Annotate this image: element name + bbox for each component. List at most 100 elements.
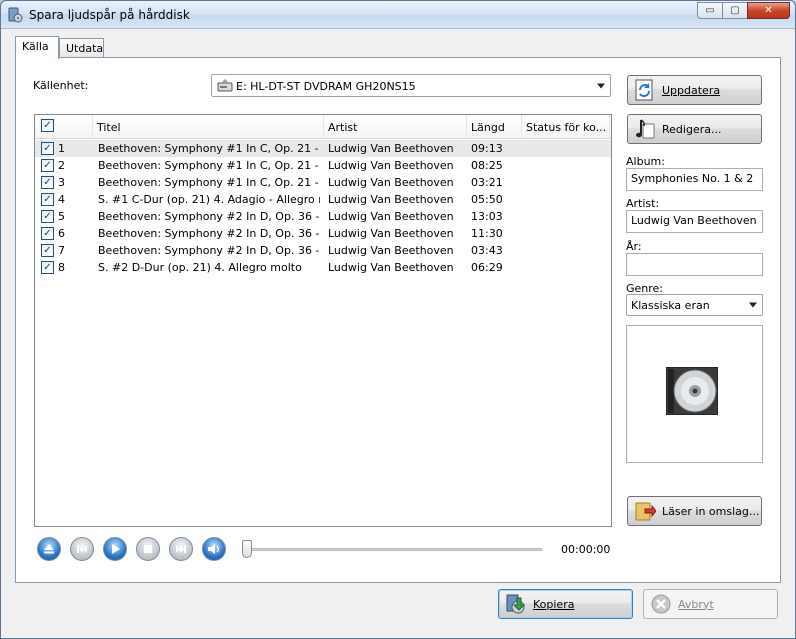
- track-title: Beethoven: Symphony #2 In D, Op. 36 - 2.…: [98, 227, 320, 240]
- eject-icon: [44, 544, 54, 554]
- table-row[interactable]: ✓ 1 Beethoven: Symphony #1 In C, Op. 21 - …: [35, 140, 611, 157]
- table-row[interactable]: ✓ 8 S. #2 D-Dur (op. 21) 4. Allegro molto L…: [35, 259, 611, 276]
- genre-select[interactable]: Klassiska eran: [626, 294, 763, 316]
- chevron-down-icon: [597, 83, 605, 88]
- table-row[interactable]: ✓ 7 Beethoven: Symphony #2 In D, Op. 36 - …: [35, 242, 611, 259]
- track-title: Beethoven: Symphony #2 In D, Op. 36 - 1.…: [98, 210, 320, 223]
- column-header-artist[interactable]: Artist: [324, 115, 467, 139]
- table-row[interactable]: ✓ 2 Beethoven: Symphony #1 In C, Op. 21 - …: [35, 157, 611, 174]
- track-number: 1: [58, 142, 65, 155]
- track-checkbox[interactable]: ✓: [41, 227, 54, 240]
- cancel-button[interactable]: Avbryt: [643, 589, 778, 619]
- album-field[interactable]: Symphonies No. 1 & 2: [626, 168, 763, 191]
- track-title: S. #2 D-Dur (op. 21) 4. Allegro molto: [98, 261, 302, 274]
- window-title: Spara ljudspår på hårddisk: [29, 8, 190, 22]
- track-length: 06:29: [471, 261, 503, 274]
- speaker-icon: [208, 544, 220, 554]
- source-device-select[interactable]: E: HL-DT-ST DVDRAM GH20NS15: [211, 74, 611, 97]
- track-checkbox[interactable]: ✓: [41, 261, 54, 274]
- track-checkbox[interactable]: ✓: [41, 210, 54, 223]
- table-row[interactable]: ✓ 3 Beethoven: Symphony #1 In C, Op. 21 - …: [35, 174, 611, 191]
- year-field[interactable]: [626, 253, 763, 276]
- play-icon: [112, 544, 120, 554]
- title-bar[interactable]: Spara ljudspår på hårddisk ▭ ▢ ✕: [1, 1, 795, 29]
- volume-button[interactable]: [202, 537, 226, 561]
- track-length: 11:30: [471, 227, 503, 240]
- track-title: Beethoven: Symphony #1 In C, Op. 21 - 3.…: [98, 176, 320, 189]
- stop-icon: [144, 545, 152, 553]
- folder-arrow-icon: [635, 502, 656, 521]
- seek-slider-thumb[interactable]: [242, 540, 252, 558]
- artist-field[interactable]: Ludwig Van Beethoven: [626, 210, 763, 233]
- skip-back-icon: [77, 545, 87, 553]
- load-cover-button[interactable]: Läser in omslag...: [627, 496, 762, 526]
- minimize-button[interactable]: ▭: [697, 2, 723, 19]
- tab-kalla[interactable]: Källa: [15, 36, 59, 59]
- cd-icon: [666, 367, 718, 415]
- genre-value: Klassiska eran: [631, 299, 710, 312]
- track-title: Beethoven: Symphony #1 In C, Op. 21 - 1.…: [98, 142, 320, 155]
- copy-label: Kopiera: [533, 597, 575, 611]
- track-length: 03:43: [471, 244, 503, 257]
- column-header-status[interactable]: Status för ko...: [522, 115, 610, 139]
- close-button[interactable]: ✕: [747, 2, 790, 19]
- table-row[interactable]: ✓ 5 Beethoven: Symphony #2 In D, Op. 36 - …: [35, 208, 611, 225]
- track-number: 2: [58, 159, 65, 172]
- edit-button[interactable]: Redigera...: [627, 114, 762, 144]
- track-number: 3: [58, 176, 65, 189]
- column-header-length[interactable]: Längd: [467, 115, 522, 139]
- refresh-icon: [635, 79, 653, 101]
- table-row[interactable]: ✓ 6 Beethoven: Symphony #2 In D, Op. 36 - …: [35, 225, 611, 242]
- seek-slider-track[interactable]: [246, 548, 542, 551]
- column-header-check[interactable]: ✓: [35, 115, 93, 139]
- track-artist: Ludwig Van Beethoven: [328, 159, 454, 172]
- track-artist: Ludwig Van Beethoven: [328, 176, 454, 189]
- tab-utdata[interactable]: Utdata: [59, 38, 104, 59]
- track-length: 09:13: [471, 142, 503, 155]
- column-header-title[interactable]: Titel: [93, 115, 324, 139]
- source-device-value: E: HL-DT-ST DVDRAM GH20NS15: [236, 80, 416, 93]
- track-list[interactable]: ✓ Titel Artist Längd Status för ko... ✓ 1…: [34, 114, 612, 527]
- track-number: 4: [58, 193, 65, 206]
- track-title: Beethoven: Symphony #2 In D, Op. 36 - 3.…: [98, 244, 320, 257]
- album-label: Album:: [626, 155, 665, 168]
- stop-button[interactable]: [136, 537, 160, 561]
- track-number: 5: [58, 210, 65, 223]
- track-checkbox[interactable]: ✓: [41, 159, 54, 172]
- select-all-checkbox[interactable]: ✓: [41, 119, 54, 132]
- track-artist: Ludwig Van Beethoven: [328, 142, 454, 155]
- track-title: Beethoven: Symphony #1 In C, Op. 21 - 2.…: [98, 159, 320, 172]
- maximize-button[interactable]: ▢: [722, 2, 748, 19]
- track-number: 6: [58, 227, 65, 240]
- app-icon: [8, 7, 23, 23]
- skip-forward-icon: [176, 545, 186, 553]
- year-label: År:: [626, 240, 642, 253]
- refresh-button[interactable]: Uppdatera: [627, 75, 762, 105]
- track-list-header: ✓ Titel Artist Längd Status för ko...: [35, 115, 611, 139]
- edit-label: Redigera...: [662, 122, 722, 136]
- track-checkbox[interactable]: ✓: [41, 142, 54, 155]
- table-row[interactable]: ✓ 4 S. #1 C-Dur (op. 21) 4. Adagio - Alleg…: [35, 191, 611, 208]
- refresh-label: Uppdatera: [662, 83, 721, 97]
- track-checkbox[interactable]: ✓: [41, 244, 54, 257]
- next-button[interactable]: [169, 537, 193, 561]
- track-checkbox[interactable]: ✓: [41, 176, 54, 189]
- track-number: 7: [58, 244, 65, 257]
- track-title: S. #1 C-Dur (op. 21) 4. Adagio - Allegro…: [98, 193, 320, 206]
- track-artist: Ludwig Van Beethoven: [328, 261, 454, 274]
- previous-button[interactable]: [70, 537, 94, 561]
- artist-label: Artist:: [626, 197, 660, 210]
- track-checkbox[interactable]: ✓: [41, 193, 54, 206]
- track-length: 05:50: [471, 193, 503, 206]
- play-button[interactable]: [103, 537, 127, 561]
- chevron-down-icon: [749, 302, 757, 308]
- track-length: 13:03: [471, 210, 503, 223]
- copy-button[interactable]: Kopiera: [498, 589, 633, 619]
- track-artist: Ludwig Van Beethoven: [328, 244, 454, 257]
- time-readout: 00:00:00: [561, 543, 611, 556]
- track-artist: Ludwig Van Beethoven: [328, 210, 454, 223]
- eject-button[interactable]: [37, 537, 61, 561]
- track-length: 08:25: [471, 159, 503, 172]
- source-device-label: Källenhet:: [33, 79, 89, 92]
- track-artist: Ludwig Van Beethoven: [328, 227, 454, 240]
